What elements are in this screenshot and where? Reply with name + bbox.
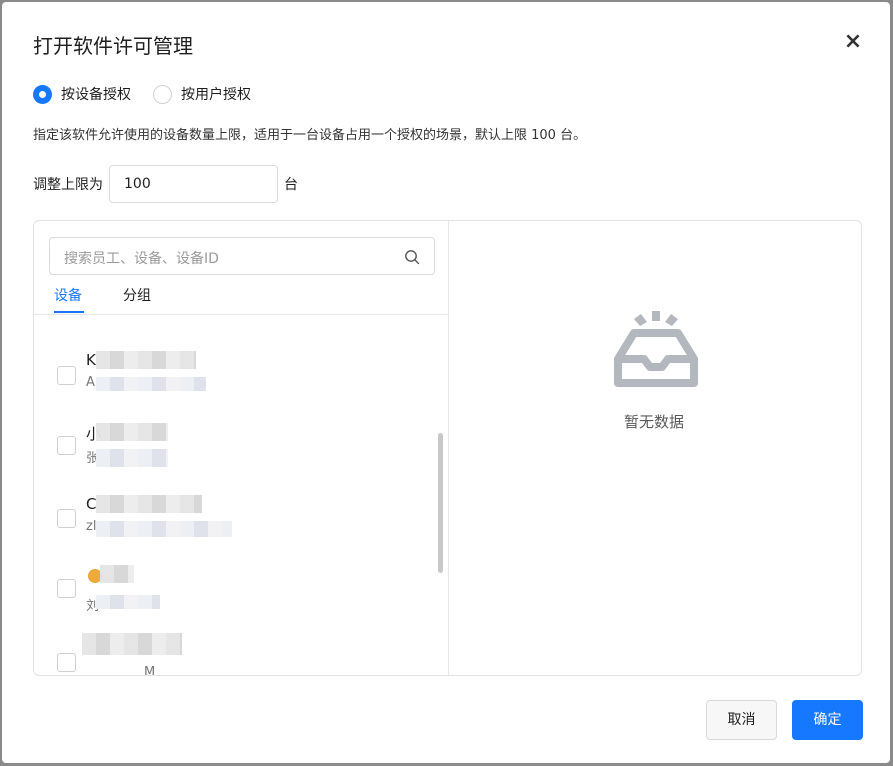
redacted-block [100,565,134,583]
redacted-block [96,351,196,369]
tab-active-indicator [54,311,84,313]
radio-label: 按设备授权 [61,87,131,103]
device-checkbox[interactable] [57,579,76,598]
search-placeholder: 搜索员工、设备、设备ID [64,251,219,267]
device-name: C [86,495,97,513]
radio-label: 按用户授权 [181,87,251,103]
device-checkbox[interactable] [57,509,76,528]
device-sub: A [86,375,95,390]
device-name: K [86,351,96,369]
redacted-block [96,595,160,609]
transfer-panel: 搜索员工、设备、设备ID 设备 分组 K A 小 张 C zl 刘 M 暂无数据 [33,220,862,676]
limit-unit: 台 [284,177,298,193]
cancel-button[interactable]: 取消 [706,700,777,740]
empty-text: 暂无数据 [624,413,685,431]
limit-label: 调整上限为 [33,177,103,193]
redacted-block [96,377,206,391]
limit-row: 调整上限为 100 台 [33,165,298,203]
list-item[interactable]: M [34,633,434,675]
device-checkbox[interactable] [57,436,76,455]
radio-unchecked-icon [153,84,172,104]
device-sub: M [144,665,156,675]
device-selector: 搜索员工、设备、设备ID 设备 分组 K A 小 张 C zl 刘 M [34,221,449,675]
ok-button[interactable]: 确定 [792,700,863,740]
redacted-block [82,633,182,655]
close-icon[interactable]: × [841,31,865,56]
search-icon[interactable] [404,249,420,265]
radio-by-device[interactable]: 按设备授权 [33,84,131,104]
description-text: 指定该软件允许使用的设备数量上限，适用于一台设备占用一个授权的场景，默认上限 1… [33,128,587,143]
list-item[interactable]: 刘 [34,565,434,625]
list-item[interactable]: K A [34,351,434,411]
list-item[interactable]: 小 张 [34,423,434,483]
device-checkbox[interactable] [57,653,76,672]
scrollbar[interactable] [438,433,443,573]
empty-inbox-icon [614,311,698,387]
device-sub: zl [86,519,97,534]
limit-input[interactable]: 100 [109,165,278,203]
dialog-title: 打开软件许可管理 [33,34,193,58]
radio-by-user[interactable]: 按用户授权 [153,84,251,104]
tab-devices[interactable]: 设备 [54,285,82,305]
device-list: K A 小 张 C zl 刘 M [34,317,448,675]
device-checkbox[interactable] [57,366,76,385]
radio-checked-icon [33,84,52,104]
license-dialog: 打开软件许可管理 × 按设备授权 按用户授权 指定该软件允许使用的设备数量上限，… [2,2,890,763]
redacted-block [96,495,202,513]
tab-groups[interactable]: 分组 [123,285,151,305]
redacted-block [96,521,232,537]
redacted-block [96,449,168,467]
redacted-block [96,423,168,441]
list-item[interactable]: C zl [34,495,434,555]
auth-mode-group: 按设备授权 按用户授权 [33,84,273,104]
tab-bar: 设备 分组 [34,283,448,315]
search-input[interactable]: 搜索员工、设备、设备ID [49,237,435,275]
